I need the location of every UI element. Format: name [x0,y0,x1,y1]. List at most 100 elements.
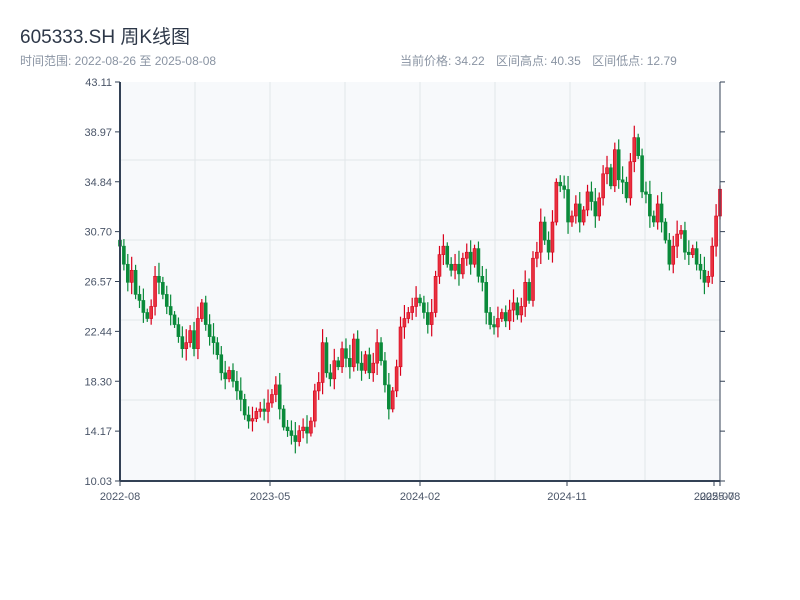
candle-body [550,221,555,253]
candle-body [531,257,535,301]
candle-body [609,167,613,187]
candle-body [484,282,489,313]
candle-body [492,324,496,328]
candle-body [425,312,430,325]
candle-body [285,426,290,432]
candle-body [651,215,656,223]
candle-body [710,245,715,277]
y-tick-label: 22.44 [84,326,112,338]
candle-body [227,370,231,380]
candle-body [351,338,356,368]
candle-body [254,411,259,419]
candle-body [262,408,266,412]
candle-body [293,435,298,442]
candle-body [258,408,263,412]
candle-body [238,390,243,400]
candle-body [624,181,629,199]
candle-body [663,221,668,241]
candle-body [519,306,524,316]
candle-body [176,324,181,337]
candle-body [188,330,192,343]
x-tick-label: 2023-05 [250,491,290,503]
candle-body [122,245,126,265]
candle-body [632,137,637,163]
candle-body [320,342,325,383]
candle-body [394,366,399,392]
candle-body [574,203,578,217]
candle-body [161,282,165,295]
x-tick-label: 2024-11 [547,491,587,503]
candle-body [402,318,407,328]
candle-body [441,245,446,255]
candle-body [605,167,609,175]
candle-body [593,201,598,217]
candle-body [464,251,469,259]
candle-body [694,248,699,265]
candle-body [367,354,372,374]
candle-body [223,372,227,380]
candle-body [503,312,508,322]
candle-body [168,306,173,316]
candle-body [406,312,411,319]
candle-body [597,197,602,217]
candle-body [133,269,138,295]
candle-body [468,251,473,265]
candle-body [324,342,329,374]
candle-body [640,155,644,193]
candle-body [200,302,204,319]
candle-body [554,181,559,223]
candle-body [679,230,683,235]
candle-body [570,215,574,223]
candle-body [585,191,590,211]
candle-body [687,251,691,255]
candle-body [613,149,617,187]
candle-body [410,306,415,313]
candle-body [242,399,247,416]
y-tick-label: 26.57 [84,277,112,289]
candle-body [390,390,395,410]
candle-body [383,360,387,386]
candle-body [616,149,621,181]
candle-body [180,336,185,349]
candle-body [340,348,344,368]
candle-body [235,380,239,392]
candle-body [231,370,235,382]
candle-body [589,191,594,202]
candle-body [398,326,403,368]
y-tick-label: 43.11 [85,77,112,89]
candle-body [153,276,157,307]
candle-body [601,173,605,199]
candle-body [192,330,196,349]
candle-body [472,248,477,265]
y-tick-label: 10.03 [84,476,112,488]
candle-body [219,354,224,374]
candle-body [562,185,566,190]
x-tick-label: 2024-02 [400,491,440,503]
candle-body [129,269,134,283]
y-tick-label: 18.30 [84,376,112,388]
candle-body [500,312,504,319]
y-tick-label: 34.84 [84,177,112,189]
candle-body [332,360,337,380]
candle-body [577,203,582,223]
candle-body [644,191,648,195]
candle-body [184,342,189,349]
candle-body [480,276,485,283]
candle-body [363,354,368,371]
candle-body [698,263,703,271]
candle-body [683,230,687,253]
candle-body [145,312,150,319]
candle-body [488,312,492,325]
candle-body [675,233,679,247]
candle-body [429,312,434,325]
candle-body [207,324,212,337]
candle-body [445,245,450,265]
candle-body [297,430,302,442]
candle-body [211,336,216,343]
candle-body [667,239,672,265]
candle-body [336,360,340,368]
x-tick-label: 2022-08 [100,491,140,503]
candle-body [172,314,177,325]
candle-body [566,189,570,223]
candle-body [422,302,426,313]
